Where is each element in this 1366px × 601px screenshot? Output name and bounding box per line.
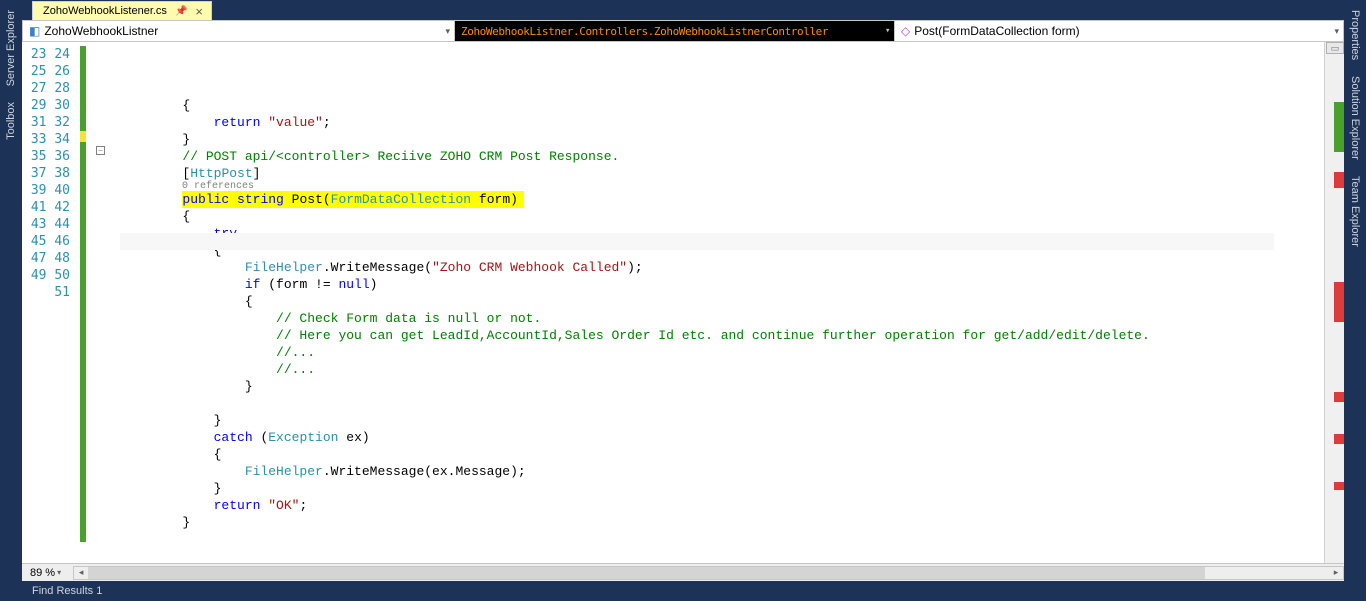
horizontal-scrollbar[interactable]: ◂ ▸ bbox=[73, 566, 1344, 580]
overview-ruler[interactable]: ▭ bbox=[1324, 42, 1344, 563]
scroll-left-arrow[interactable]: ◂ bbox=[74, 567, 88, 578]
collapse-glyph[interactable]: − bbox=[96, 146, 105, 155]
rail-item-toolbox[interactable]: Toolbox bbox=[3, 98, 19, 144]
chevron-down-icon[interactable]: ▾ bbox=[1334, 26, 1339, 37]
code-surface[interactable]: { return "value"; } // POST api/<control… bbox=[120, 42, 1324, 563]
method-name: Post(FormDataCollection form) bbox=[914, 24, 1079, 38]
scroll-right-arrow[interactable]: ▸ bbox=[1329, 567, 1343, 578]
line-number-gutter: 23 24 25 26 27 28 29 30 31 32 33 34 35 3… bbox=[22, 42, 80, 563]
chevron-down-icon[interactable]: ▾ bbox=[57, 568, 61, 577]
chevron-down-icon[interactable]: ▾ bbox=[445, 26, 450, 37]
editor-status-bar: 89 % ▾ ◂ ▸ bbox=[22, 563, 1344, 581]
pin-icon[interactable]: 📌 bbox=[175, 6, 187, 17]
chevron-down-icon[interactable]: ▾ bbox=[885, 26, 890, 36]
class-dropdown[interactable]: ◧ ZohoWebhookListner ▾ bbox=[23, 21, 455, 41]
bottom-tool-bar: Find Results 1 bbox=[22, 581, 1344, 601]
namespace-path: ZohoWebhookListner.Controllers.ZohoWebho… bbox=[461, 25, 828, 38]
document-tab-bar: ZohoWebhookListener.cs 📌 × bbox=[22, 0, 1344, 20]
rail-item-solution-explorer[interactable]: Solution Explorer bbox=[1347, 72, 1363, 164]
right-tool-rail: Properties Solution Explorer Team Explor… bbox=[1344, 0, 1366, 601]
class-name: ZohoWebhookListner bbox=[44, 24, 158, 38]
navigation-bar: ◧ ZohoWebhookListner ▾ ZohoWebhookListne… bbox=[22, 20, 1344, 42]
close-icon[interactable]: × bbox=[195, 5, 203, 18]
class-icon: ◧ bbox=[29, 24, 40, 38]
rail-item-team-explorer[interactable]: Team Explorer bbox=[1347, 172, 1363, 251]
rail-item-properties[interactable]: Properties bbox=[1347, 6, 1363, 64]
zoom-level[interactable]: 89 % ▾ bbox=[30, 567, 61, 579]
code-editor[interactable]: 23 24 25 26 27 28 29 30 31 32 33 34 35 3… bbox=[22, 42, 1344, 581]
outlining-margin: − bbox=[86, 42, 120, 563]
left-tool-rail: Server Explorer Toolbox bbox=[0, 0, 22, 601]
split-handle[interactable]: ▭ bbox=[1326, 42, 1344, 54]
type-dropdown[interactable]: ZohoWebhookListner.Controllers.ZohoWebho… bbox=[455, 21, 895, 41]
scroll-thumb[interactable] bbox=[88, 567, 1205, 579]
tab-zohowebhooklistener[interactable]: ZohoWebhookListener.cs 📌 × bbox=[32, 1, 212, 20]
method-icon: ◇ bbox=[901, 24, 910, 38]
find-results-tab[interactable]: Find Results 1 bbox=[32, 585, 102, 597]
rail-item-server-explorer[interactable]: Server Explorer bbox=[3, 6, 19, 90]
member-dropdown[interactable]: ◇ Post(FormDataCollection form) ▾ bbox=[895, 21, 1343, 41]
tab-title: ZohoWebhookListener.cs bbox=[43, 5, 167, 17]
